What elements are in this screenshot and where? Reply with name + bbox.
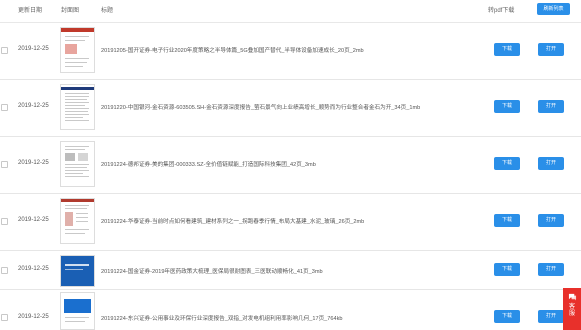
row-checkbox[interactable] xyxy=(1,47,8,54)
report-title: 20191224-德邦证券-美的集团-000333.SZ-全价值链赋能_打造国际… xyxy=(101,162,316,168)
row-checkbox[interactable] xyxy=(1,161,8,168)
download-button[interactable]: 下载 xyxy=(494,43,520,56)
row-date: 2019-12-25 xyxy=(18,314,49,320)
download-button[interactable]: 下载 xyxy=(494,263,520,276)
table-row: 2019-12-25 20191220-中国银河-金石资源-603505.SH-… xyxy=(0,80,581,137)
open-button[interactable]: 打开 xyxy=(538,310,564,323)
open-button[interactable]: 打开 xyxy=(538,157,564,170)
table-header: 更新日期 封面图 标题 转pdf下载 刷新列表 xyxy=(0,0,581,23)
row-date: 2019-12-25 xyxy=(18,103,49,109)
column-header-date: 更新日期 xyxy=(18,8,43,14)
report-title: 20191224-国金证券-2019年医药政策大梳理_医保局很耐图表_三医联动顺… xyxy=(101,269,323,275)
report-cover-thumbnail[interactable] xyxy=(60,292,95,330)
report-title: 20191224-华泰证券-当前时点如何看建筑_建材系列之一_拐跑春季行情_布局… xyxy=(101,219,365,225)
report-cover-thumbnail[interactable] xyxy=(60,198,95,244)
row-date: 2019-12-25 xyxy=(18,266,49,272)
report-title: 20191224-东兴证券-公用事业及环保行业深度报告_双指_对发电机组利用率影… xyxy=(101,316,343,322)
table-row: 2019-12-25 20191224-东兴证券-公用事业及环保行业深度报告_双… xyxy=(0,290,581,330)
download-button[interactable]: 下载 xyxy=(494,157,520,170)
report-cover-thumbnail[interactable] xyxy=(60,141,95,187)
report-title: 20191220-中国银河-金石资源-603505.SH-金石资源深度报告_萤石… xyxy=(101,105,421,111)
open-button[interactable]: 打开 xyxy=(538,43,564,56)
chat-icon xyxy=(568,293,576,301)
open-button[interactable]: 打开 xyxy=(538,100,564,113)
report-cover-thumbnail[interactable] xyxy=(60,84,95,130)
table-row: 2019-12-25 20191224-华泰证券-当前时点如何看建筑_建材系列之… xyxy=(0,194,581,251)
row-date: 2019-12-25 xyxy=(18,46,49,52)
report-cover-thumbnail[interactable] xyxy=(60,27,95,73)
report-cover-thumbnail[interactable] xyxy=(60,255,95,287)
table-row: 2019-12-25 20191224-国金证券-2019年医药政策大梳理_医保… xyxy=(0,251,581,290)
column-header-pdf-download: 转pdf下载 xyxy=(488,8,515,14)
refresh-list-button[interactable]: 刷新列表 xyxy=(537,3,570,15)
open-button[interactable]: 打开 xyxy=(538,214,564,227)
download-button[interactable]: 下载 xyxy=(494,214,520,227)
download-button[interactable]: 下载 xyxy=(494,100,520,113)
row-checkbox[interactable] xyxy=(1,314,8,321)
row-date: 2019-12-25 xyxy=(18,160,49,166)
row-date: 2019-12-25 xyxy=(18,217,49,223)
row-checkbox[interactable] xyxy=(1,267,8,274)
customer-service-label: 客服 xyxy=(568,304,575,317)
column-header-cover: 封面图 xyxy=(61,8,80,14)
table-row: 2019-12-25 20191205-国开证券-电子行业2020年度策略之半导… xyxy=(0,23,581,80)
table-row: 2019-12-25 20191224-德邦证券-美的集团-000333.SZ-… xyxy=(0,137,581,194)
open-button[interactable]: 打开 xyxy=(538,263,564,276)
row-checkbox[interactable] xyxy=(1,104,8,111)
report-title: 20191205-国开证券-电子行业2020年度策略之半导体篇_5G叠加国产替代… xyxy=(101,48,364,54)
download-button[interactable]: 下载 xyxy=(494,310,520,323)
row-checkbox[interactable] xyxy=(1,218,8,225)
column-header-title: 标题 xyxy=(101,8,114,14)
customer-service-tab[interactable]: 客服 xyxy=(563,288,581,330)
